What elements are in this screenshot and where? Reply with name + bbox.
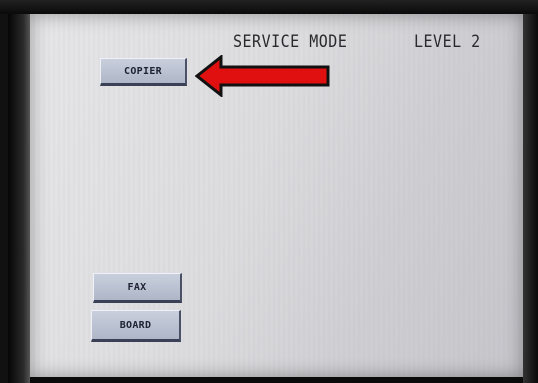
fax-button[interactable]: FAX: [93, 273, 182, 303]
board-button[interactable]: BOARD: [91, 310, 181, 342]
screen-title: SERVICE MODE: [233, 30, 348, 52]
copier-button[interactable]: COPIER: [100, 58, 187, 86]
bezel-top: [0, 0, 538, 14]
bezel-right: [523, 14, 538, 383]
left-arrow-icon: [195, 55, 330, 97]
bezel-left: [8, 14, 30, 383]
bezel-bottom: [30, 377, 523, 383]
service-level: LEVEL 2: [414, 30, 481, 52]
device-frame: SERVICE MODE LEVEL 2 COPIER FAX BOARD: [0, 0, 538, 383]
